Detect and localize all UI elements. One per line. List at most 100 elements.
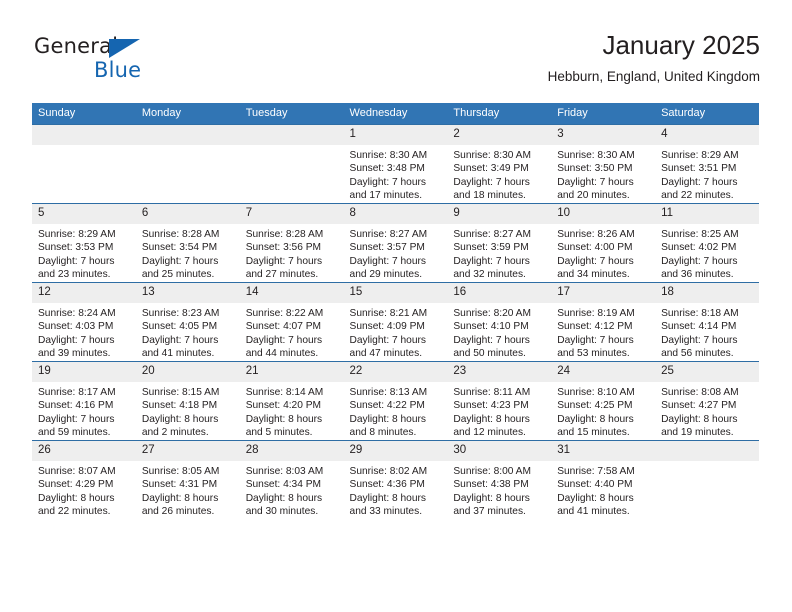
day-details: Sunrise: 8:21 AM Sunset: 4:09 PM Daylight:… bbox=[344, 303, 448, 361]
calendar-day-cell[interactable]: 10 Sunrise: 8:26 AM Sunset: 4:00 PM Dayligh… bbox=[551, 203, 656, 283]
calendar-day-cell[interactable]: 7 Sunrise: 8:28 AM Sunset: 3:56 PM Daylight… bbox=[239, 203, 344, 283]
daylight-text: Daylight: 8 hours and 30 minutes. bbox=[245, 492, 323, 518]
calendar-cell-empty bbox=[135, 124, 240, 204]
calendar-day-cell[interactable]: 14 Sunrise: 8:22 AM Sunset: 4:07 PM Dayligh… bbox=[239, 282, 344, 362]
sunset-text: Sunset: 3:57 PM bbox=[349, 242, 425, 254]
day-details: Sunrise: 8:20 AM Sunset: 4:10 PM Daylight:… bbox=[447, 303, 551, 361]
day-number: 28 bbox=[239, 441, 344, 461]
sunset-text: Sunset: 3:59 PM bbox=[453, 242, 529, 254]
calendar-day-cell[interactable]: 13 Sunrise: 8:23 AM Sunset: 4:05 PM Dayligh… bbox=[135, 282, 240, 362]
daylight-text: Daylight: 8 hours and 5 minutes. bbox=[245, 413, 323, 439]
sunrise-text: Sunrise: 8:24 AM bbox=[38, 308, 116, 319]
calendar-day-cell[interactable]: 18 Sunrise: 8:18 AM Sunset: 4:14 PM Dayligh… bbox=[655, 282, 759, 362]
calendar-day-cell[interactable]: 28 Sunrise: 8:03 AM Sunset: 4:34 PM Dayligh… bbox=[239, 440, 344, 519]
calendar-day-cell[interactable]: 29 Sunrise: 8:02 AM Sunset: 4:36 PM Dayligh… bbox=[343, 440, 448, 519]
calendar-day-cell[interactable]: 23 Sunrise: 8:11 AM Sunset: 4:23 PM Dayligh… bbox=[447, 361, 552, 441]
sunset-text: Sunset: 4:12 PM bbox=[557, 321, 633, 333]
daylight-text: Daylight: 7 hours and 56 minutes. bbox=[661, 334, 738, 360]
day-details: Sunrise: 8:30 AM Sunset: 3:48 PM Daylight:… bbox=[344, 145, 448, 203]
day-number bbox=[655, 441, 759, 461]
general-blue-logo[interactable]: General Blue bbox=[34, 34, 234, 90]
day-number: 15 bbox=[343, 283, 448, 303]
daylight-text: Daylight: 8 hours and 2 minutes. bbox=[141, 413, 219, 439]
sunrise-text: Sunrise: 8:13 AM bbox=[349, 387, 428, 398]
page-header: General Blue January 2025 Hebburn, Engla… bbox=[32, 28, 760, 94]
day-number: 29 bbox=[343, 441, 448, 461]
sunrise-sunset-calendar-table: Sunday Monday Tuesday Wednesday Thursday… bbox=[32, 103, 759, 519]
day-number: 18 bbox=[655, 283, 759, 303]
sunset-text: Sunset: 4:23 PM bbox=[453, 400, 529, 412]
calendar-day-cell[interactable]: 27 Sunrise: 8:05 AM Sunset: 4:31 PM Dayligh… bbox=[135, 440, 240, 519]
calendar-day-cell[interactable]: 26 Sunrise: 8:07 AM Sunset: 4:29 PM Dayligh… bbox=[32, 440, 136, 519]
day-details: Sunrise: 8:08 AM Sunset: 4:27 PM Daylight:… bbox=[655, 382, 759, 440]
calendar-day-cell[interactable]: 21 Sunrise: 8:14 AM Sunset: 4:20 PM Dayligh… bbox=[239, 361, 344, 441]
day-details: Sunrise: 8:25 AM Sunset: 4:02 PM Daylight:… bbox=[655, 224, 759, 282]
sunset-text: Sunset: 4:38 PM bbox=[453, 479, 529, 491]
day-number: 2 bbox=[447, 125, 552, 145]
calendar-day-cell[interactable]: 17 Sunrise: 8:19 AM Sunset: 4:12 PM Dayligh… bbox=[551, 282, 656, 362]
sunset-text: Sunset: 4:14 PM bbox=[661, 321, 737, 333]
sunrise-text: Sunrise: 8:00 AM bbox=[453, 466, 531, 477]
daylight-text: Daylight: 7 hours and 50 minutes. bbox=[453, 334, 530, 360]
day-details: Sunrise: 8:30 AM Sunset: 3:50 PM Daylight:… bbox=[551, 145, 655, 203]
day-number: 14 bbox=[239, 283, 344, 303]
sunrise-text: Sunrise: 8:08 AM bbox=[661, 387, 739, 398]
daylight-text: Daylight: 7 hours and 39 minutes. bbox=[38, 334, 115, 360]
sunset-text: Sunset: 4:20 PM bbox=[245, 400, 322, 412]
day-details: Sunrise: 8:02 AM Sunset: 4:36 PM Daylight:… bbox=[344, 461, 448, 519]
sunrise-text: Sunrise: 8:27 AM bbox=[453, 229, 531, 240]
sunrise-text: Sunrise: 8:28 AM bbox=[141, 229, 220, 240]
sunset-text: Sunset: 4:00 PM bbox=[557, 242, 633, 254]
day-number bbox=[32, 125, 136, 145]
calendar-day-cell[interactable]: 3 Sunrise: 8:30 AM Sunset: 3:50 PM Daylight… bbox=[551, 124, 656, 204]
calendar-day-cell[interactable]: 16 Sunrise: 8:20 AM Sunset: 4:10 PM Dayligh… bbox=[447, 282, 552, 362]
calendar-day-cell[interactable]: 6 Sunrise: 8:28 AM Sunset: 3:54 PM Daylight… bbox=[135, 203, 240, 283]
calendar-day-cell[interactable]: 9 Sunrise: 8:27 AM Sunset: 3:59 PM Daylight… bbox=[447, 203, 552, 283]
calendar-cell-empty bbox=[239, 124, 344, 204]
sunset-text: Sunset: 4:27 PM bbox=[661, 400, 737, 412]
sunrise-text: Sunrise: 8:03 AM bbox=[245, 466, 324, 477]
weekday-header-friday: Friday bbox=[551, 103, 656, 125]
calendar-day-cell[interactable]: 4 Sunrise: 8:29 AM Sunset: 3:51 PM Daylight… bbox=[655, 124, 759, 204]
daylight-text: Daylight: 8 hours and 22 minutes. bbox=[38, 492, 115, 518]
day-details: Sunrise: 8:05 AM Sunset: 4:31 PM Daylight:… bbox=[136, 461, 240, 519]
daylight-text: Daylight: 7 hours and 29 minutes. bbox=[349, 255, 426, 281]
calendar-day-cell[interactable]: 22 Sunrise: 8:13 AM Sunset: 4:22 PM Dayligh… bbox=[343, 361, 448, 441]
weekday-header-saturday: Saturday bbox=[655, 103, 759, 125]
sunrise-text: Sunrise: 8:19 AM bbox=[557, 308, 635, 319]
calendar-day-cell[interactable]: 20 Sunrise: 8:15 AM Sunset: 4:18 PM Dayligh… bbox=[135, 361, 240, 441]
sunrise-text: Sunrise: 8:26 AM bbox=[557, 229, 635, 240]
day-details: Sunrise: 8:14 AM Sunset: 4:20 PM Daylight:… bbox=[240, 382, 344, 440]
sunset-text: Sunset: 4:40 PM bbox=[557, 479, 633, 491]
calendar-day-cell[interactable]: 25 Sunrise: 8:08 AM Sunset: 4:27 PM Dayligh… bbox=[655, 361, 759, 441]
calendar-day-cell[interactable]: 11 Sunrise: 8:25 AM Sunset: 4:02 PM Dayligh… bbox=[655, 203, 759, 283]
sunset-text: Sunset: 4:07 PM bbox=[245, 321, 322, 333]
day-number: 22 bbox=[343, 362, 448, 382]
calendar-day-cell[interactable]: 19 Sunrise: 8:17 AM Sunset: 4:16 PM Dayligh… bbox=[32, 361, 136, 441]
day-details: Sunrise: 8:30 AM Sunset: 3:49 PM Daylight:… bbox=[447, 145, 551, 203]
calendar-cell-empty bbox=[32, 124, 136, 204]
daylight-text: Daylight: 7 hours and 47 minutes. bbox=[349, 334, 426, 360]
calendar-day-cell[interactable]: 5 Sunrise: 8:29 AM Sunset: 3:53 PM Daylight… bbox=[32, 203, 136, 283]
calendar-week-row: 12 Sunrise: 8:24 AM Sunset: 4:03 PM Dayligh… bbox=[32, 282, 759, 362]
calendar-day-cell[interactable]: 15 Sunrise: 8:21 AM Sunset: 4:09 PM Dayligh… bbox=[343, 282, 448, 362]
calendar-day-cell[interactable]: 2 Sunrise: 8:30 AM Sunset: 3:49 PM Daylight… bbox=[447, 124, 552, 204]
day-details: Sunrise: 8:22 AM Sunset: 4:07 PM Daylight:… bbox=[240, 303, 344, 361]
calendar-day-cell[interactable]: 24 Sunrise: 8:10 AM Sunset: 4:25 PM Dayligh… bbox=[551, 361, 656, 441]
day-number: 27 bbox=[135, 441, 240, 461]
calendar-day-cell[interactable]: 12 Sunrise: 8:24 AM Sunset: 4:03 PM Dayligh… bbox=[32, 282, 136, 362]
daylight-text: Daylight: 7 hours and 18 minutes. bbox=[453, 176, 530, 202]
sunrise-text: Sunrise: 8:14 AM bbox=[245, 387, 324, 398]
day-details: Sunrise: 8:00 AM Sunset: 4:38 PM Daylight:… bbox=[447, 461, 551, 519]
logo-text-blue: Blue bbox=[94, 58, 142, 82]
sunrise-text: Sunrise: 8:28 AM bbox=[245, 229, 324, 240]
daylight-text: Daylight: 8 hours and 8 minutes. bbox=[349, 413, 426, 439]
sunset-text: Sunset: 4:18 PM bbox=[141, 400, 218, 412]
calendar-day-cell[interactable]: 30 Sunrise: 8:00 AM Sunset: 4:38 PM Dayligh… bbox=[447, 440, 552, 519]
day-number: 1 bbox=[343, 125, 448, 145]
sunset-text: Sunset: 4:09 PM bbox=[349, 321, 425, 333]
calendar-day-cell[interactable]: 8 Sunrise: 8:27 AM Sunset: 3:57 PM Daylight… bbox=[343, 203, 448, 283]
calendar-day-cell[interactable]: 1 Sunrise: 8:30 AM Sunset: 3:48 PM Daylight… bbox=[343, 124, 448, 204]
sunrise-text: Sunrise: 8:30 AM bbox=[557, 150, 635, 161]
calendar-day-cell[interactable]: 31 Sunrise: 7:58 AM Sunset: 4:40 PM Dayligh… bbox=[551, 440, 656, 519]
